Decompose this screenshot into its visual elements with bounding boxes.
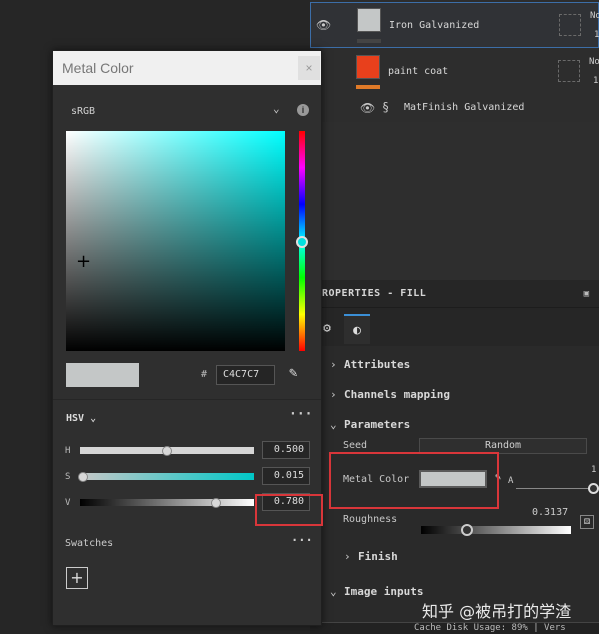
sv-crosshair[interactable]: +: [76, 253, 91, 271]
layers-panel: 👁 Iron Galvanized No 1 paint coat No 1 👁…: [310, 0, 599, 122]
color-preview: [66, 363, 139, 387]
layer-thumbnail: [356, 55, 380, 79]
roughness-value[interactable]: 0.3137: [532, 507, 568, 518]
eye-icon[interactable]: 👁: [360, 102, 376, 114]
chevron-right-icon: ›: [330, 388, 337, 401]
status-bar: Cache Disk Usage: 89% | Vers: [310, 622, 599, 634]
eye-icon[interactable]: 👁: [316, 19, 332, 31]
section-channels-mapping[interactable]: › Channels mapping: [330, 388, 450, 401]
chevron-down-icon: ⌄: [330, 418, 337, 431]
section-parameters[interactable]: ⌄ Parameters: [330, 418, 410, 431]
layer-thumbnail: [357, 8, 381, 32]
layer-name: MatFinish Galvanized: [404, 102, 525, 113]
chevron-down-icon: ⌄: [330, 585, 337, 598]
dialog-header: Metal Color ×: [53, 51, 321, 85]
properties-tabs: ⚙ ◐: [310, 308, 599, 346]
hue-knob[interactable]: [296, 236, 308, 248]
mask-slot[interactable]: [558, 60, 580, 82]
alpha-slider-track[interactable]: [516, 488, 592, 489]
info-icon[interactable]: i: [297, 104, 309, 116]
opacity-text: 1: [593, 76, 599, 86]
properties-panel: ROPERTIES - FILL ▣ ⚙ ◐ › Attributes › Chan…: [310, 122, 599, 634]
annotation-highlight: [255, 494, 323, 526]
more-icon[interactable]: ···: [291, 533, 313, 547]
add-swatch-button[interactable]: +: [66, 567, 88, 589]
chevron-right-icon: ›: [330, 358, 337, 371]
saturation-slider-knob[interactable]: [77, 472, 88, 482]
color-picker-dialog: Metal Color × sRGB ⌄ i + # C4C7C7 ✎ HSV …: [52, 50, 323, 626]
blend-mode-text: No: [589, 57, 599, 67]
more-icon[interactable]: ···: [289, 407, 312, 422]
properties-title: ROPERTIES - FILL: [322, 288, 427, 299]
dialog-title: Metal Color: [62, 60, 134, 76]
divider: [53, 399, 321, 400]
blend-mode-text: No: [590, 11, 599, 21]
mask-slot[interactable]: [559, 14, 581, 36]
layer-row-matfinish[interactable]: 👁 § MatFinish Galvanized: [310, 96, 599, 120]
random-icon[interactable]: ⚄: [580, 515, 594, 529]
annotation-highlight: [329, 452, 499, 509]
slider-label-h: H: [65, 446, 71, 456]
hex-input[interactable]: C4C7C7: [216, 365, 275, 385]
panel-spacer: [310, 122, 599, 280]
slider-label-s: S: [65, 472, 71, 482]
roughness-slider-track[interactable]: [421, 526, 571, 534]
watermark: 知乎 @被吊打的学渣: [422, 602, 572, 621]
seed-label: Seed: [343, 440, 368, 451]
color-mode-select[interactable]: HSV ⌄: [66, 413, 96, 424]
opacity-text: 1: [594, 30, 599, 40]
saturation-value-area[interactable]: +: [66, 131, 285, 351]
color-space-select[interactable]: sRGB: [71, 106, 95, 117]
layer-thumbnail-bar: [356, 85, 380, 89]
slider-label-v: V: [65, 498, 71, 508]
chevron-down-icon[interactable]: ⌄: [273, 102, 280, 115]
hue-slider-knob[interactable]: [162, 446, 172, 456]
tab-fill-material[interactable]: ◐: [344, 314, 370, 344]
swatches-label: Swatches: [65, 538, 114, 549]
substance-icon: §: [382, 100, 390, 114]
hex-hash-label: #: [201, 369, 208, 380]
saturation-value-input[interactable]: 0.015: [262, 467, 310, 485]
layer-thumbnail-bar: [357, 39, 381, 43]
layer-name: paint coat: [388, 66, 449, 77]
alpha-value: 1: [591, 465, 597, 475]
alpha-slider-knob[interactable]: [588, 483, 599, 494]
layer-row-iron-galvanized[interactable]: 👁 Iron Galvanized No 1: [310, 2, 599, 48]
close-icon[interactable]: ×: [298, 56, 320, 80]
roughness-label: Roughness: [343, 514, 398, 525]
layer-row-paint-coat[interactable]: paint coat No 1: [310, 50, 599, 96]
properties-header: ROPERTIES - FILL ▣: [310, 280, 599, 308]
value-slider-knob[interactable]: [210, 498, 221, 508]
value-slider[interactable]: [80, 499, 254, 506]
section-finish[interactable]: › Finish: [344, 550, 398, 563]
chevron-right-icon: ›: [344, 550, 351, 563]
saturation-slider[interactable]: [80, 473, 254, 480]
eyedropper-icon[interactable]: ✎: [289, 365, 297, 381]
roughness-slider-knob[interactable]: [461, 524, 473, 536]
cache-disk-usage: Cache Disk Usage: 89% | Vers: [414, 623, 566, 633]
alpha-label: A: [508, 476, 514, 486]
section-image-inputs[interactable]: ⌄ Image inputs: [330, 585, 423, 598]
section-attributes[interactable]: › Attributes: [330, 358, 410, 371]
hue-value-input[interactable]: 0.500: [262, 441, 310, 459]
layer-name: Iron Galvanized: [389, 20, 480, 31]
dock-icon[interactable]: ▣: [584, 289, 589, 299]
